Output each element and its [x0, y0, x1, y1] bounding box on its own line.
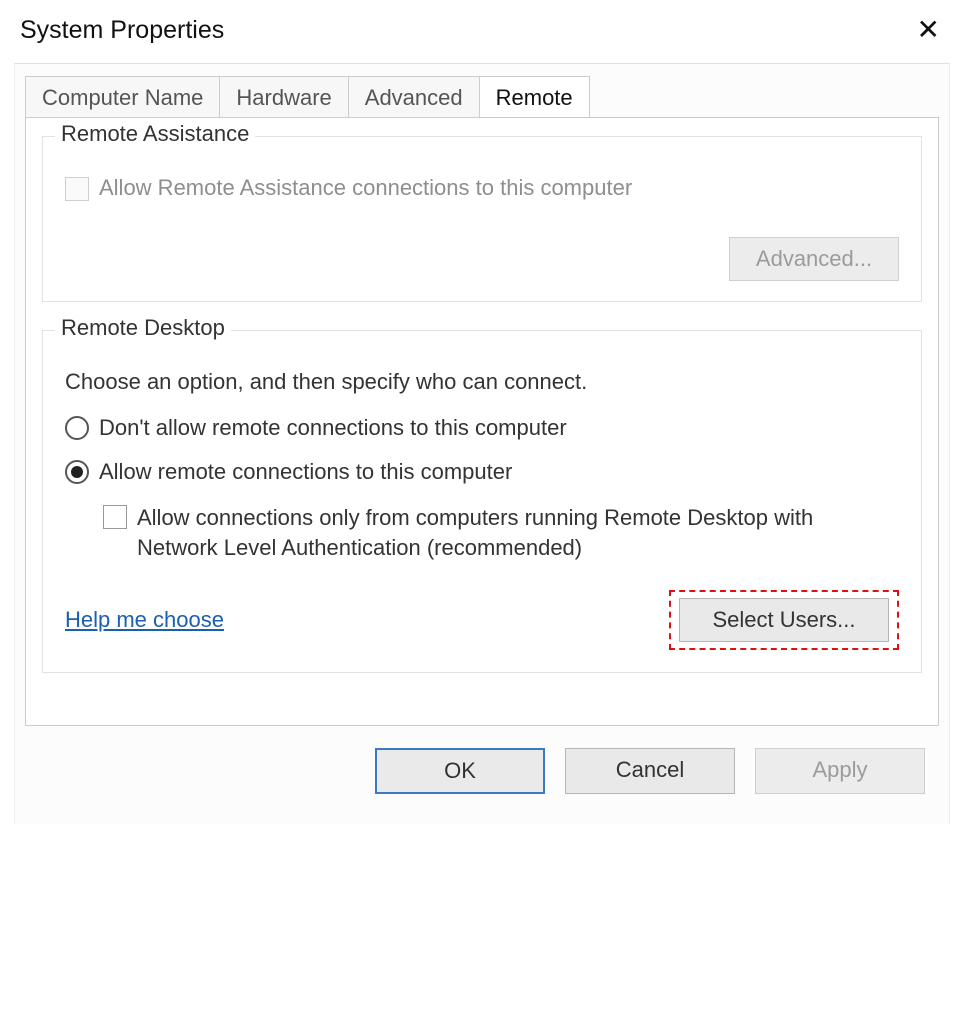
radio-allow-label: Allow remote connections to this compute…	[99, 459, 512, 485]
radio-deny-label: Don't allow remote connections to this c…	[99, 415, 567, 441]
apply-button: Apply	[755, 748, 925, 794]
nla-checkbox[interactable]	[103, 505, 127, 529]
select-users-highlight: Select Users...	[669, 590, 899, 650]
remote-tab-panel: Remote Assistance Allow Remote Assistanc…	[25, 117, 939, 726]
remote-assistance-group: Remote Assistance Allow Remote Assistanc…	[42, 136, 922, 302]
tab-advanced[interactable]: Advanced	[348, 76, 480, 117]
allow-remote-assistance-label: Allow Remote Assistance connections to t…	[99, 175, 632, 201]
remote-desktop-legend: Remote Desktop	[55, 315, 231, 341]
tab-computer-name[interactable]: Computer Name	[25, 76, 220, 117]
window-title: System Properties	[20, 16, 224, 45]
ok-button[interactable]: OK	[375, 748, 545, 794]
remote-desktop-intro: Choose an option, and then specify who c…	[65, 369, 899, 395]
remote-desktop-group: Remote Desktop Choose an option, and the…	[42, 330, 922, 673]
nla-row[interactable]: Allow connections only from computers ru…	[103, 503, 899, 562]
titlebar: System Properties ✕	[0, 0, 964, 55]
cancel-button[interactable]: Cancel	[565, 748, 735, 794]
dialog-button-row: OK Cancel Apply	[15, 726, 949, 794]
allow-remote-assistance-checkbox	[65, 177, 89, 201]
tab-strip: Computer Name Hardware Advanced Remote	[25, 76, 949, 117]
system-properties-window: System Properties ✕ HYONIX Computer Name…	[0, 0, 964, 1024]
remote-assistance-advanced-button: Advanced...	[729, 237, 899, 281]
close-icon[interactable]: ✕	[913, 16, 944, 44]
select-users-button[interactable]: Select Users...	[679, 598, 889, 642]
client-area: HYONIX Computer Name Hardware Advanced R…	[14, 63, 950, 824]
remote-assistance-buttons: Advanced...	[65, 237, 899, 281]
allow-remote-assistance-row: Allow Remote Assistance connections to t…	[65, 175, 899, 201]
radio-allow-row[interactable]: Allow remote connections to this compute…	[65, 459, 899, 485]
radio-deny[interactable]	[65, 416, 89, 440]
tab-hardware[interactable]: Hardware	[219, 76, 348, 117]
tab-remote[interactable]: Remote	[479, 76, 590, 117]
nla-label: Allow connections only from computers ru…	[137, 503, 857, 562]
help-me-choose-link[interactable]: Help me choose	[65, 607, 224, 633]
radio-deny-row[interactable]: Don't allow remote connections to this c…	[65, 415, 899, 441]
remote-assistance-legend: Remote Assistance	[55, 121, 255, 147]
radio-allow[interactable]	[65, 460, 89, 484]
remote-desktop-bottom-row: Help me choose Select Users...	[65, 590, 899, 650]
